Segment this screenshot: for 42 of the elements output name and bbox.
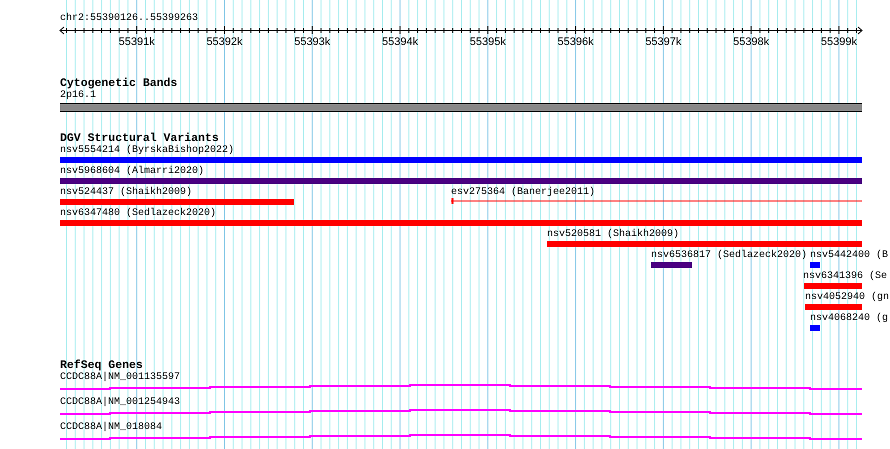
transcript-label: CCDC88A|NM_001135597 (60, 372, 180, 383)
variant-bar[interactable] (810, 325, 820, 331)
variant-label: esv275364 (Banerjee2011) (451, 187, 596, 198)
variant-label: nsv6536817 (Sedlazeck2020) (651, 250, 808, 261)
variant-bar[interactable] (805, 304, 862, 310)
variant-label: nsv5554214 (ByrskaBishop2022) (60, 145, 234, 156)
variant-label: nsv524437 (Shaikh2009) (60, 187, 192, 198)
transcript-line[interactable] (60, 434, 862, 441)
variant-bar[interactable] (60, 157, 862, 163)
variant-label: nsv520581 (Shaikh2009) (547, 229, 680, 240)
variant-label: nsv4052940 (gn (805, 292, 890, 303)
transcript-label: CCDC88A|NM_001254943 (60, 397, 180, 408)
track-title: DGV Structural Variants (60, 132, 219, 145)
tick-label: 55398k (733, 36, 770, 48)
tick-label: 55396k (558, 36, 594, 48)
tick-label: 55393k (294, 36, 330, 48)
variant-line[interactable] (451, 198, 862, 204)
variant-bar[interactable] (804, 283, 862, 289)
variant-label: nsv5968604 (Almarri2020) (60, 166, 204, 177)
variant-label: nsv6341396 (Se (803, 271, 888, 282)
track-title: RefSeq Genes (60, 359, 143, 372)
variant-label: nsv4068240 (g (810, 313, 888, 324)
transcript-label: CCDC88A|NM_018084 (60, 422, 162, 433)
variant-bar[interactable] (651, 262, 692, 268)
variant-bar[interactable] (60, 178, 862, 184)
tick-label: 55399k (820, 36, 857, 48)
transcript-line[interactable] (60, 409, 862, 416)
variant-bar[interactable] (60, 199, 294, 205)
tick-label: 55397k (645, 36, 682, 48)
variant-bar[interactable] (810, 262, 820, 268)
tick-label: 55395k (470, 36, 506, 48)
tick-label: 55394k (382, 36, 418, 48)
track-title: Cytogenetic Bands (60, 77, 178, 90)
variant-bar[interactable] (547, 241, 862, 247)
variant-label: nsv5442400 (B (810, 250, 888, 261)
tick-label: 55391k (118, 36, 155, 48)
variant-label: nsv6347480 (Sedlazeck2020) (60, 208, 216, 219)
transcript-line[interactable] (60, 384, 862, 391)
band-label: 2p16.1 (60, 90, 96, 101)
variant-bar[interactable] (60, 220, 862, 226)
location-label: chr2:55390126..55399263 (60, 13, 198, 24)
tick-label: 55392k (206, 36, 243, 48)
